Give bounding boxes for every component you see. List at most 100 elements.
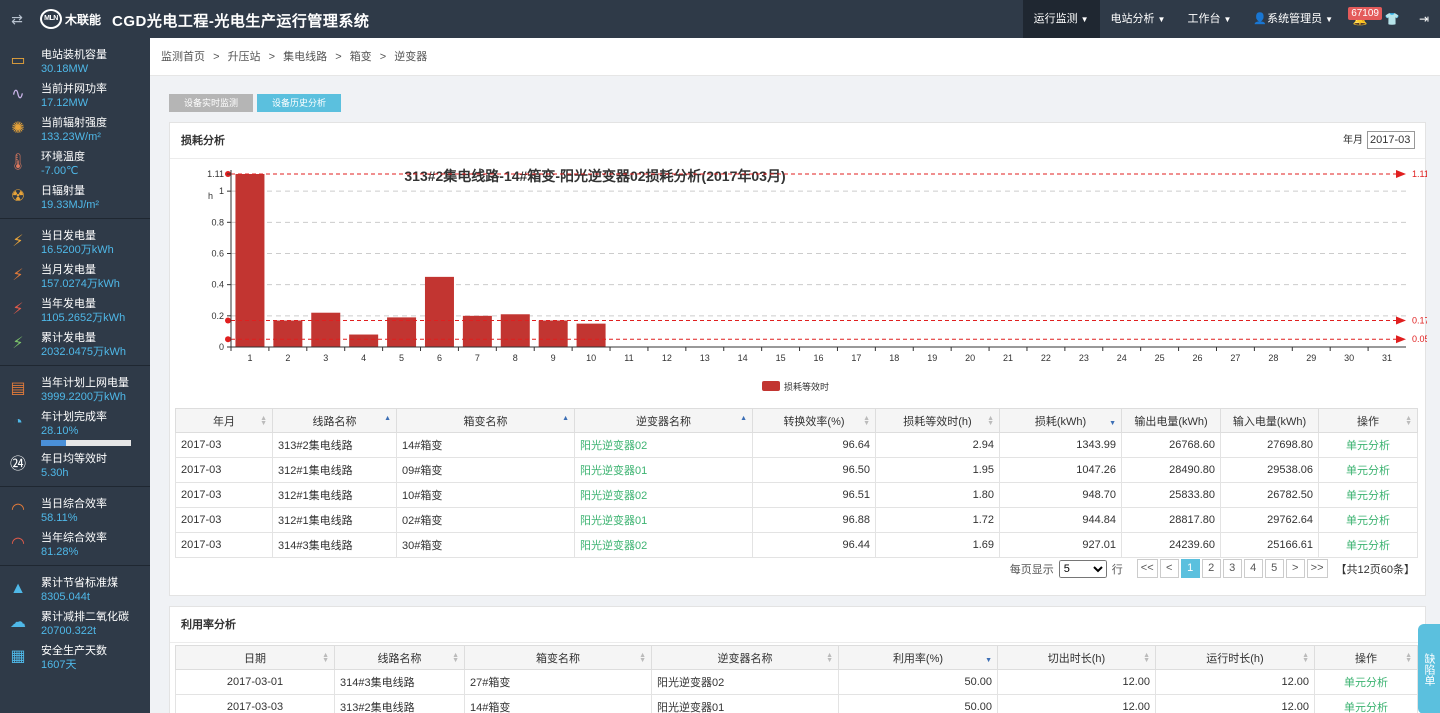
col-header[interactable]: 输出电量(kWh): [1121, 408, 1221, 433]
sidebar-label: 环境温度: [41, 151, 85, 163]
logout-button[interactable]: ⇥: [1408, 0, 1440, 38]
sidebar-label: 当年计划上网电量: [41, 377, 129, 389]
table-cell: 09#箱变: [396, 457, 575, 483]
col-header[interactable]: 输入电量(kWh): [1220, 408, 1319, 433]
pager-next[interactable]: >: [1285, 559, 1305, 578]
table-cell: 314#3集电线路: [272, 532, 397, 558]
inverter-link[interactable]: 阳光逆变器02: [574, 432, 753, 458]
table-cell: 14#箱变: [396, 432, 575, 458]
battery-icon: ▭: [10, 52, 26, 69]
col-header[interactable]: 线路名称 ▲: [272, 408, 397, 433]
pager-page-5[interactable]: 5: [1264, 559, 1284, 578]
pager-total: 【共12页60条】: [1335, 563, 1415, 576]
x-tick-label: 4: [361, 353, 366, 363]
col-header[interactable]: 线路名称 ▲ ▼: [334, 645, 465, 670]
tab-history-analysis[interactable]: 设备历史分析: [257, 94, 342, 112]
col-label: 日期: [244, 652, 266, 665]
plan-progress-bar: [41, 440, 131, 446]
table-row: 2017-03 313#2集电线路 14#箱变 阳光逆变器02 96.64 2.94 134…: [175, 432, 1418, 458]
table-cell: 1.80: [875, 482, 1000, 508]
pager-page-3[interactable]: 3: [1222, 559, 1242, 578]
y-tick-label: 0.6: [211, 248, 224, 258]
menu-toggle-icon[interactable]: ⇄: [8, 11, 26, 27]
pager-last[interactable]: >>: [1306, 559, 1328, 578]
col-header: 操作 ▲ ▼: [1318, 408, 1418, 433]
pager-page-1[interactable]: 1: [1180, 559, 1200, 578]
unit-analysis-link[interactable]: 单元分析: [1314, 669, 1418, 695]
pager-page-4[interactable]: 4: [1243, 559, 1263, 578]
legend-label: 损耗等效时: [784, 381, 829, 392]
col-header[interactable]: 年月 ▲ ▼: [175, 408, 273, 433]
col-header[interactable]: 箱变名称 ▲ ▼: [464, 645, 652, 670]
breadcrumb-substation[interactable]: 升压站: [228, 51, 261, 63]
plan-group: ▤ 当年计划上网电量 3999.2200万kWh ◔ 年计划完成率 28.10% ㉔ 年日…: [0, 366, 150, 487]
col-header[interactable]: 逆变器名称 ▲ ▼: [651, 645, 839, 670]
breadcrumb-home[interactable]: 监测首页: [161, 51, 205, 63]
x-tick-label: 23: [1079, 353, 1089, 363]
sort-icon: ▲ ▼: [1302, 652, 1309, 664]
col-header[interactable]: 损耗(kWh) ▼: [999, 408, 1122, 433]
unit-analysis-link[interactable]: 单元分析: [1318, 457, 1418, 483]
generation-icon: ⚡: [12, 335, 24, 352]
col-header[interactable]: 运行时长(h) ▲ ▼: [1155, 645, 1315, 670]
unit-analysis-link[interactable]: 单元分析: [1318, 507, 1418, 533]
pie-icon: ◔: [13, 414, 23, 431]
shirt-icon: 👕: [1384, 12, 1400, 26]
table-cell: 28817.80: [1121, 507, 1221, 533]
col-label: 操作: [1355, 652, 1377, 665]
col-header[interactable]: 转换效率(%) ▲ ▼: [752, 408, 876, 433]
nav-station-analysis[interactable]: 电站分析 ▼: [1100, 0, 1177, 38]
breadcrumb-box-transformer[interactable]: 箱变: [350, 51, 372, 63]
mark-line-arrow: [1396, 335, 1406, 344]
inverter-link[interactable]: 阳光逆变器02: [574, 532, 753, 558]
table-cell: 50.00: [838, 669, 998, 695]
table-cell: 10#箱变: [396, 482, 575, 508]
col-label: 逆变器名称: [717, 652, 773, 665]
table-row: 2017-03 312#1集电线路 09#箱变 阳光逆变器01 96.50 1.95 104…: [175, 457, 1418, 483]
col-header[interactable]: 箱变名称 ▲: [396, 408, 575, 433]
table-cell: 12.00: [997, 694, 1156, 713]
inverter-link[interactable]: 阳光逆变器02: [574, 482, 753, 508]
per-page-select[interactable]: 5: [1058, 559, 1107, 578]
breadcrumb-collector-line[interactable]: 集电线路: [283, 51, 327, 63]
x-tick-label: 2: [285, 353, 290, 363]
col-header[interactable]: 日期 ▲ ▼: [175, 645, 335, 670]
unit-analysis-link[interactable]: 单元分析: [1318, 432, 1418, 458]
nav-workbench[interactable]: 工作台 ▼: [1176, 0, 1242, 38]
pager-prev[interactable]: <: [1159, 559, 1179, 578]
tab-realtime-monitor[interactable]: 设备实时监测: [169, 94, 254, 112]
col-header[interactable]: 利用率(%) ▼: [838, 645, 998, 670]
nav-user-menu[interactable]: 👤系统管理员 ▼: [1242, 0, 1344, 38]
sort-asc-icon: ▲: [562, 415, 569, 422]
notifications-button[interactable]: 🔔67109: [1344, 0, 1382, 38]
x-tick-label: 17: [851, 353, 861, 363]
table-cell: 312#1集电线路: [272, 457, 397, 483]
sidebar-value: 3999.2200万kWh: [41, 391, 126, 403]
chart-title: 313#2集电线路-14#箱变-阳光逆变器02损耗分析(2017年03月): [404, 168, 785, 184]
table-cell: 25833.80: [1121, 482, 1221, 508]
y-tick-label: 1: [219, 186, 224, 196]
inverter-link[interactable]: 阳光逆变器01: [574, 457, 753, 483]
logo: MLN 木联能: [40, 9, 101, 29]
col-header[interactable]: 逆变器名称 ▲: [574, 408, 753, 433]
col-header[interactable]: 损耗等效时(h) ▲ ▼: [875, 408, 1000, 433]
theme-button[interactable]: 👕: [1376, 0, 1408, 38]
unit-analysis-link[interactable]: 单元分析: [1314, 694, 1418, 713]
col-header[interactable]: 切出时长(h) ▲ ▼: [997, 645, 1156, 670]
pager-first[interactable]: <<: [1136, 559, 1158, 578]
table-cell: 96.88: [752, 507, 876, 533]
y-tick-label: 0: [219, 342, 224, 352]
defect-list-tab[interactable]: 缺陷单: [1418, 624, 1440, 713]
unit-analysis-link[interactable]: 单元分析: [1318, 482, 1418, 508]
nav-run-monitor[interactable]: 运行监测 ▼: [1022, 0, 1100, 38]
per-page-label: 每页显示: [1009, 563, 1054, 576]
table-cell: 27698.80: [1220, 432, 1319, 458]
unit-analysis-link[interactable]: 单元分析: [1318, 532, 1418, 558]
logout-icon: ⇥: [1418, 12, 1430, 26]
pager-page-2[interactable]: 2: [1201, 559, 1221, 578]
month-input[interactable]: [1367, 131, 1415, 149]
chart-legend[interactable]: 损耗等效时: [762, 381, 829, 392]
inverter-link[interactable]: 阳光逆变器01: [574, 507, 753, 533]
sidebar: ▭ 电站装机容量 30.18MW ∿ 当前并网功率 17.12MW ✺ 当前辐射强度 133…: [0, 38, 150, 713]
mark-line-arrow: [1396, 316, 1406, 325]
